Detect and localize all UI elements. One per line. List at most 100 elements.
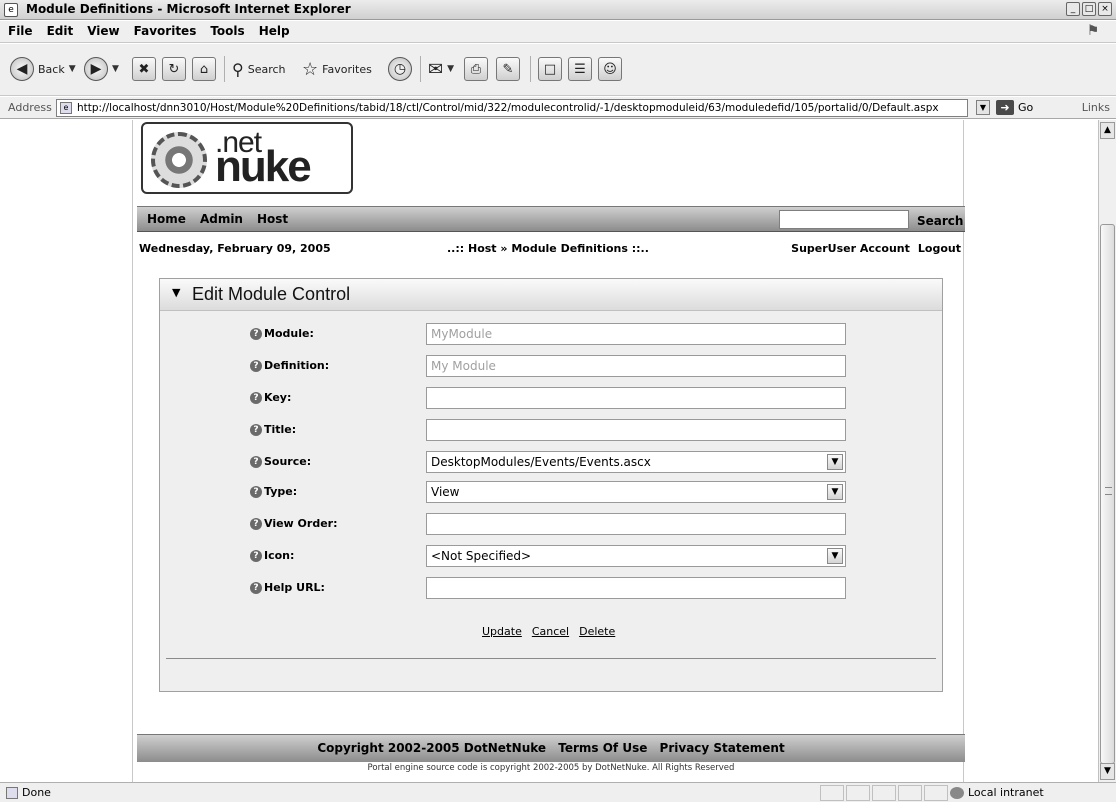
help-icon[interactable]: ? (250, 549, 262, 562)
definition-field: My Module (426, 355, 846, 377)
chevron-down-icon[interactable]: ▼ (827, 484, 843, 500)
help-icon[interactable]: ? (250, 359, 262, 372)
form-row-module: ? Module: MyModule (160, 323, 942, 345)
help-icon[interactable]: ? (250, 455, 262, 468)
refresh-icon[interactable]: ↻ (162, 57, 186, 81)
form-row-key: ? Key: (160, 387, 942, 409)
forward-arrow-icon: ▶ (84, 57, 108, 81)
help-icon[interactable]: ? (250, 485, 262, 498)
research-icon[interactable]: ☰ (568, 57, 592, 81)
maximize-button[interactable]: □ (1082, 2, 1096, 16)
panel-divider (166, 658, 936, 659)
mail-icon[interactable]: ✉ (428, 59, 443, 80)
copyright-link[interactable]: Copyright 2002-2005 DotNetNuke (317, 741, 546, 755)
back-button[interactable]: ◀ Back ▼ (10, 55, 76, 83)
menu-help[interactable]: Help (259, 24, 290, 38)
help-url-input[interactable] (426, 577, 846, 599)
field-label: Module: (264, 327, 314, 340)
messenger-icon[interactable]: ☺ (598, 57, 622, 81)
field-label: Type: (264, 485, 298, 498)
icon-select[interactable]: <Not Specified> ▼ (426, 545, 846, 567)
favorites-button[interactable]: ☆ Favorites (302, 55, 372, 83)
dotnetnuke-logo[interactable]: .net nuke (141, 122, 353, 194)
field-label: Source: (264, 455, 312, 468)
title-input[interactable] (426, 419, 846, 441)
go-button[interactable]: ➜ Go (996, 100, 1033, 115)
stop-icon[interactable]: ✖ (132, 57, 156, 81)
toolbar: ◀ Back ▼ ▶ ▼ ✖ ↻ ⌂ ⚲ Search ☆ Favorites … (0, 44, 1116, 96)
print-icon[interactable]: ⎙ (464, 57, 488, 81)
field-label: Icon: (264, 549, 295, 562)
gear-logo-icon (151, 132, 207, 188)
menu-favorites[interactable]: Favorites (134, 24, 197, 38)
discuss-icon[interactable]: □ (538, 57, 562, 81)
search-button[interactable]: ⚲ Search (232, 55, 286, 83)
minimize-button[interactable]: _ (1066, 2, 1080, 16)
status-pane (872, 785, 896, 801)
title-bar: e Module Definitions - Microsoft Interne… (0, 0, 1116, 20)
help-icon[interactable]: ? (250, 327, 262, 340)
form-row-title: ? Title: (160, 419, 942, 441)
links-toolbar[interactable]: Links (1082, 101, 1110, 114)
info-bar: Wednesday, February 09, 2005 ..:: Host »… (137, 240, 965, 260)
go-arrow-icon: ➜ (996, 100, 1014, 115)
chevron-down-icon[interactable]: ▼ (827, 454, 843, 470)
site-search-input[interactable] (779, 210, 909, 229)
panel-title: Edit Module Control (192, 284, 351, 304)
search-icon: ⚲ (232, 59, 244, 79)
help-icon[interactable]: ? (250, 423, 262, 436)
close-button[interactable]: × (1098, 2, 1112, 16)
history-icon[interactable]: ◷ (388, 57, 412, 81)
page-icon: e (60, 102, 72, 114)
menu-edit[interactable]: Edit (47, 24, 74, 38)
back-dropdown-icon[interactable]: ▼ (69, 64, 76, 74)
view-order-input[interactable] (426, 513, 846, 535)
user-account-link[interactable]: SuperUser Account (791, 242, 910, 255)
privacy-link[interactable]: Privacy Statement (660, 741, 785, 755)
logout-link[interactable]: Logout (918, 242, 961, 255)
type-select[interactable]: View ▼ (426, 481, 846, 503)
scroll-thumb[interactable] (1100, 224, 1115, 764)
menu-bar: File Edit View Favorites Tools Help ⚑ (0, 21, 1116, 43)
nav-home[interactable]: Home (147, 212, 186, 226)
field-label: View Order: (264, 517, 338, 530)
current-date: Wednesday, February 09, 2005 (139, 242, 331, 255)
scroll-up-icon[interactable]: ▲ (1100, 122, 1115, 139)
help-icon[interactable]: ? (250, 517, 262, 530)
chevron-down-icon[interactable]: ▼ (827, 548, 843, 564)
intranet-zone-icon (950, 786, 964, 799)
address-url[interactable]: http://localhost/dnn3010/Host/Module%20D… (77, 102, 939, 114)
help-icon[interactable]: ? (250, 391, 262, 404)
edit-icon[interactable]: ✎ (496, 57, 520, 81)
go-label: Go (1018, 101, 1034, 114)
update-link[interactable]: Update (482, 625, 522, 638)
mail-dropdown-icon[interactable]: ▼ (447, 64, 454, 74)
nav-host[interactable]: Host (257, 212, 288, 226)
delete-link[interactable]: Delete (579, 625, 615, 638)
menu-file[interactable]: File (8, 24, 33, 38)
forward-button[interactable]: ▶ ▼ (84, 55, 119, 83)
status-text: Done (22, 786, 51, 799)
menu-view[interactable]: View (87, 24, 119, 38)
source-select[interactable]: DesktopModules/Events/Events.ascx ▼ (426, 451, 846, 473)
window-title: Module Definitions - Microsoft Internet … (26, 2, 351, 16)
key-input[interactable] (426, 387, 846, 409)
cancel-link[interactable]: Cancel (532, 625, 569, 638)
terms-link[interactable]: Terms Of Use (558, 741, 647, 755)
scroll-down-icon[interactable]: ▼ (1100, 763, 1115, 780)
status-panes (820, 785, 948, 801)
back-arrow-icon: ◀ (10, 57, 34, 81)
forward-dropdown-icon[interactable]: ▼ (112, 64, 119, 74)
help-icon[interactable]: ? (250, 581, 262, 594)
form-row-source: ? Source: DesktopModules/Events/Events.as… (160, 451, 942, 473)
address-dropdown-icon[interactable]: ▼ (976, 100, 990, 115)
collapse-triangle-icon[interactable]: ▼ (172, 286, 180, 299)
menu-tools[interactable]: Tools (210, 24, 244, 38)
address-input[interactable]: e http://localhost/dnn3010/Host/Module%2… (56, 99, 968, 117)
home-icon[interactable]: ⌂ (192, 57, 216, 81)
vertical-scrollbar[interactable]: ▲ ▼ (1098, 120, 1116, 782)
nav-admin[interactable]: Admin (200, 212, 243, 226)
favorites-star-icon: ☆ (302, 58, 319, 80)
form-row-icon: ? Icon: <Not Specified> ▼ (160, 545, 942, 567)
site-search-button[interactable]: Search (917, 214, 963, 228)
